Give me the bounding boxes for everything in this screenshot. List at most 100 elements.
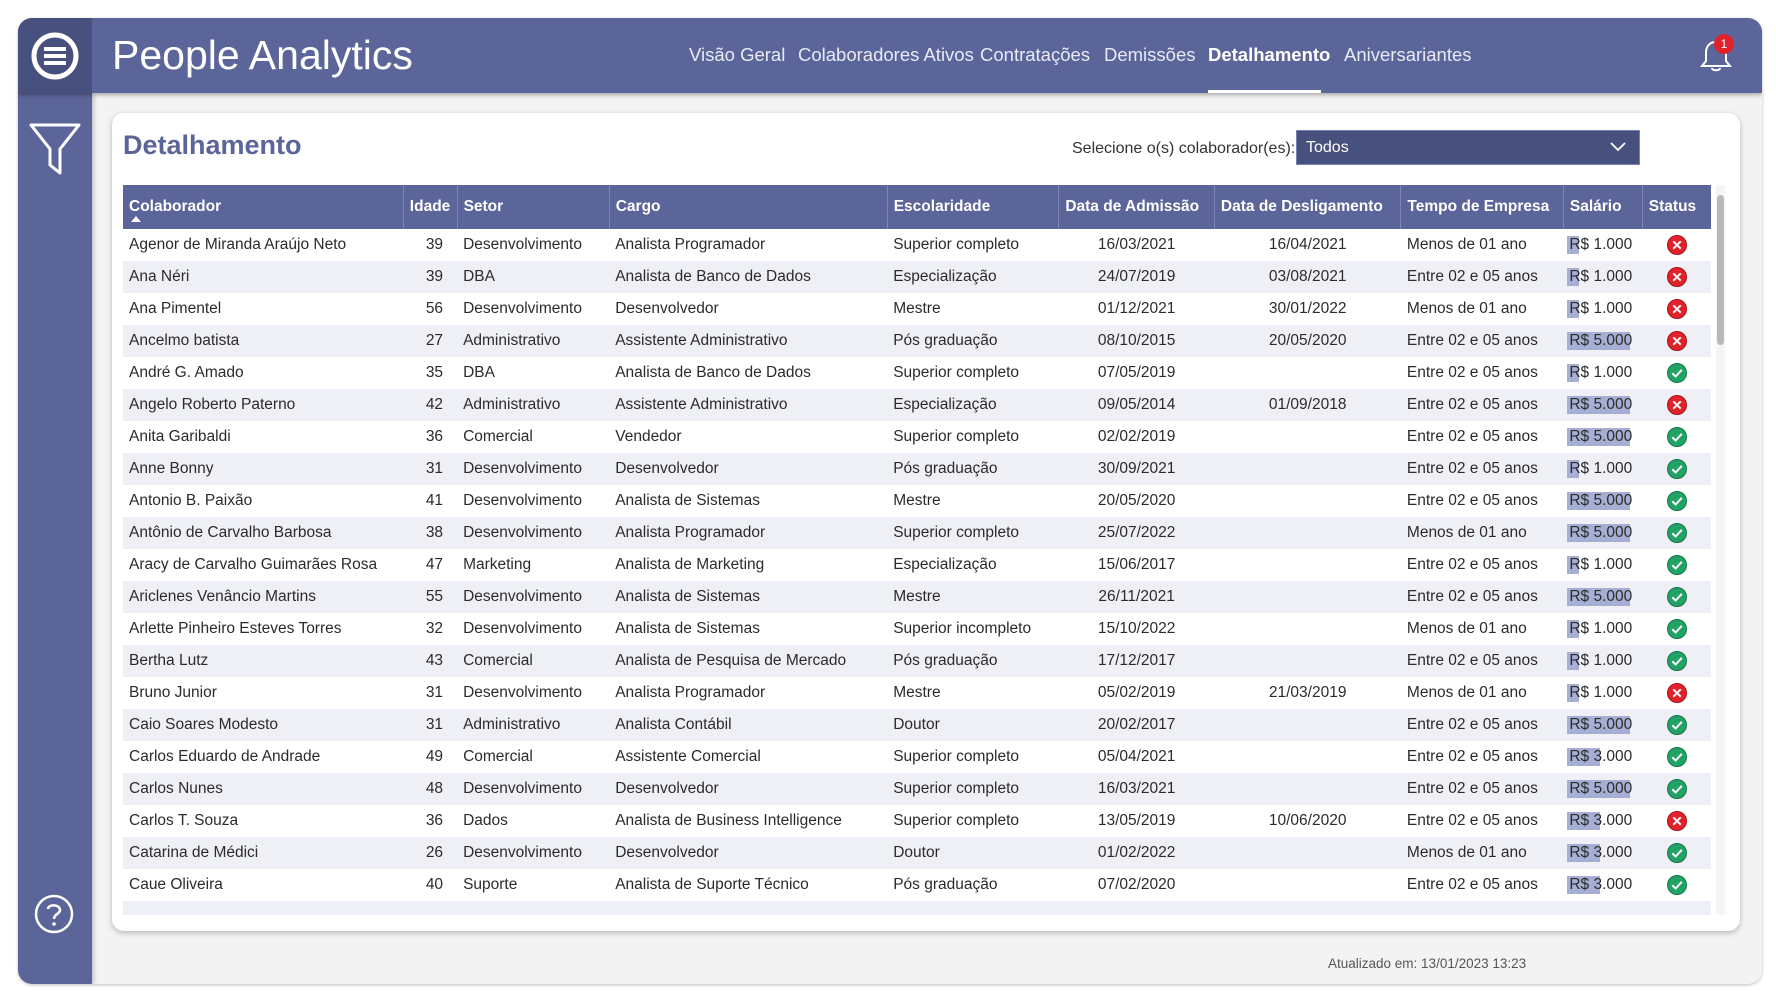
salary-value: R$ 5.000 [1569,428,1633,445]
active-tab-indicator [1208,90,1321,93]
cell-escolaridade: Mestre [893,684,941,701]
table-row[interactable]: Bertha Lutz 43 Comercial Analista de Pesqui… [123,645,1711,677]
cell-data-desligamento: 01/09/2018 [1214,389,1401,421]
table-row[interactable]: Bruno Junior 31 Desenvolvimento Analista Pr… [123,677,1711,709]
table-row[interactable]: Caue Oliveira 40 Suporte Analista de Suport… [123,869,1711,901]
cell-colaborador: Caio Soares Modesto [123,709,404,741]
table-row[interactable]: Ancelmo batista 27 Administrativo Assistent… [123,325,1711,357]
filter-icon[interactable] [27,119,83,179]
cell-salario: R$ 3.000 [1563,741,1642,773]
salary-value: R$ 5.000 [1569,588,1633,605]
column-header-escolaridade[interactable]: Escolaridade [887,185,1060,229]
column-header-status[interactable]: Status [1642,185,1711,229]
table-row[interactable]: Carlos Nunes 48 Desenvolvimento Desenvolved… [123,773,1711,805]
cell-data-desligamento [1214,357,1400,389]
column-header-tempo-empresa[interactable]: Tempo de Empresa [1400,185,1564,229]
cell-empty [123,901,1711,915]
salary-databar: R$ 1.000 [1567,299,1632,319]
cell-cargo: Analista de Suporte Técnico [615,876,809,893]
cell-data-desligamento: 30/01/2022 [1268,300,1347,317]
table-row[interactable]: Arlette Pinheiro Esteves Torres 32 Desenvo… [123,613,1711,645]
cell-salario: R$ 5.000 [1563,421,1642,453]
x-circle-icon [1666,395,1688,415]
cell-status [1642,357,1711,389]
table-row[interactable]: Antônio de Carvalho Barbosa 38 Desenvolvim… [123,517,1711,549]
cell-data-admissao: 08/10/2015 [1058,325,1215,357]
cell-escolaridade: Doutor [887,837,1059,869]
table-row[interactable]: Aracy de Carvalho Guimarães Rosa 47 Market… [123,549,1711,581]
cell-tempo-empresa: Entre 02 e 05 anos [1406,748,1538,765]
cell-cargo: Assistente Administrativo [609,325,888,357]
table-row[interactable]: André G. Amado 35 DBA Analista de Banco de … [123,357,1711,389]
cell-cargo: Analista de Business Intelligence [615,812,842,829]
cell-idade: 42 [403,389,458,421]
check-circle-icon [1666,363,1688,383]
column-header-idade[interactable]: Idade [403,185,458,229]
cell-setor: Desenvolvimento [457,773,610,805]
salary-databar: R$ 1.000 [1567,267,1632,287]
cell-colaborador: Carlos Nunes [123,773,404,805]
help-icon[interactable] [33,893,75,935]
cell-salario: R$ 5.000 [1563,325,1643,357]
cell-colaborador: Ana Pimentel [129,300,222,317]
cell-idade: 27 [403,325,458,357]
cell-data-desligamento: 20/05/2020 [1214,325,1401,357]
cell-cargo: Assistente Administrativo [609,389,888,421]
table-row[interactable]: Caio Soares Modesto 31 Administrativo Anali… [123,709,1711,741]
nav-demissoes[interactable]: Demissões [1104,44,1196,66]
column-header-setor[interactable]: Setor [457,185,610,229]
cell-salario: R$ 5.000 [1563,389,1643,421]
salary-databar: R$ 5.000 [1567,331,1632,351]
cell-status [1642,581,1711,613]
check-circle-icon [1666,715,1688,735]
table-row[interactable]: Ana Néri 39 DBA Analista de Banco de Dados E… [123,261,1711,293]
table-row[interactable]: Ariclenes Venâncio Martins 55 Desenvolvime… [123,581,1711,613]
nav-aniversariantes[interactable]: Aniversariantes [1344,44,1472,66]
cell-idade: 56 [425,300,444,317]
cell-salario: R$ 1.000 [1563,357,1642,389]
cell-escolaridade: Especialização [887,261,1059,293]
nav-contratacoes[interactable]: Contratações [980,44,1090,66]
cell-idade: 31 [403,709,458,741]
table-scroll-thumb[interactable] [1717,195,1724,345]
nav-detalhamento[interactable]: Detalhamento [1208,44,1330,66]
table-row[interactable]: Catarina de Médici 26 Desenvolvimento Desen… [123,837,1711,869]
check-circle-icon [1666,523,1688,543]
cell-tempo-empresa: Entre 02 e 05 anos [1406,492,1538,509]
table-row[interactable]: Carlos T. Souza 36 Dados Analista de Busine… [123,805,1711,837]
column-header-colaborador[interactable]: Colaborador [123,185,404,229]
column-header-data-admissao[interactable]: Data de Admissão [1058,185,1215,229]
table-row[interactable]: Anne Bonny 31 Desenvolvimento Desenvolvedor… [123,453,1711,485]
x-circle-icon [1666,299,1688,319]
cell-status [1642,421,1711,453]
column-header-salario[interactable]: Salário [1563,185,1643,229]
table-row[interactable]: Agenor de Miranda Araújo Neto 39 Desenvolv… [123,229,1711,261]
cell-colaborador: Agenor de Miranda Araújo Neto [129,236,347,253]
cell-status [1642,229,1711,261]
table-row[interactable]: Ana Pimentel 56 Desenvolvimento Desenvolved… [123,293,1711,325]
salary-value: R$ 5.000 [1569,492,1633,509]
cell-colaborador: Catarina de Médici [123,837,404,869]
cell-colaborador: Antônio de Carvalho Barbosa [123,517,404,549]
cell-cargo: Analista Programador [615,684,766,701]
detail-card: Detalhamento Selecione o(s) colaborador(… [112,113,1740,931]
table-row[interactable]: Carlos Eduardo de Andrade 49 Comercial Assi… [123,741,1711,773]
column-header-cargo[interactable]: Cargo [609,185,888,229]
collaborator-selector-label: Selecione o(s) colaborador(es): [1072,140,1296,157]
cell-setor: Desenvolvimento [463,300,582,317]
cell-idade: 38 [403,517,458,549]
table-row[interactable]: Angelo Roberto Paterno 42 Administrativo As… [123,389,1711,421]
collaborator-selector[interactable]: Todos [1296,130,1640,165]
cell-cargo: Analista de Banco de Dados [615,364,811,381]
cell-status [1642,453,1711,485]
nav-colaboradores-ativos[interactable]: Colaboradores Ativos [798,44,974,66]
cell-data-admissao: 02/02/2019 [1097,428,1176,445]
cell-status [1642,869,1711,901]
table-row[interactable]: Antonio B. Paixão 41 Desenvolvimento Analis… [123,485,1711,517]
column-header-data-desligamento[interactable]: Data de Desligamento [1214,185,1402,229]
nav-visao-geral[interactable]: Visão Geral [689,44,785,66]
salary-databar: R$ 3.000 [1567,811,1632,831]
cell-cargo: Desenvolvedor [609,453,888,485]
cell-idade: 49 [425,748,444,765]
table-row[interactable]: Anita Garibaldi 36 Comercial Vendedor Superi… [123,421,1711,453]
